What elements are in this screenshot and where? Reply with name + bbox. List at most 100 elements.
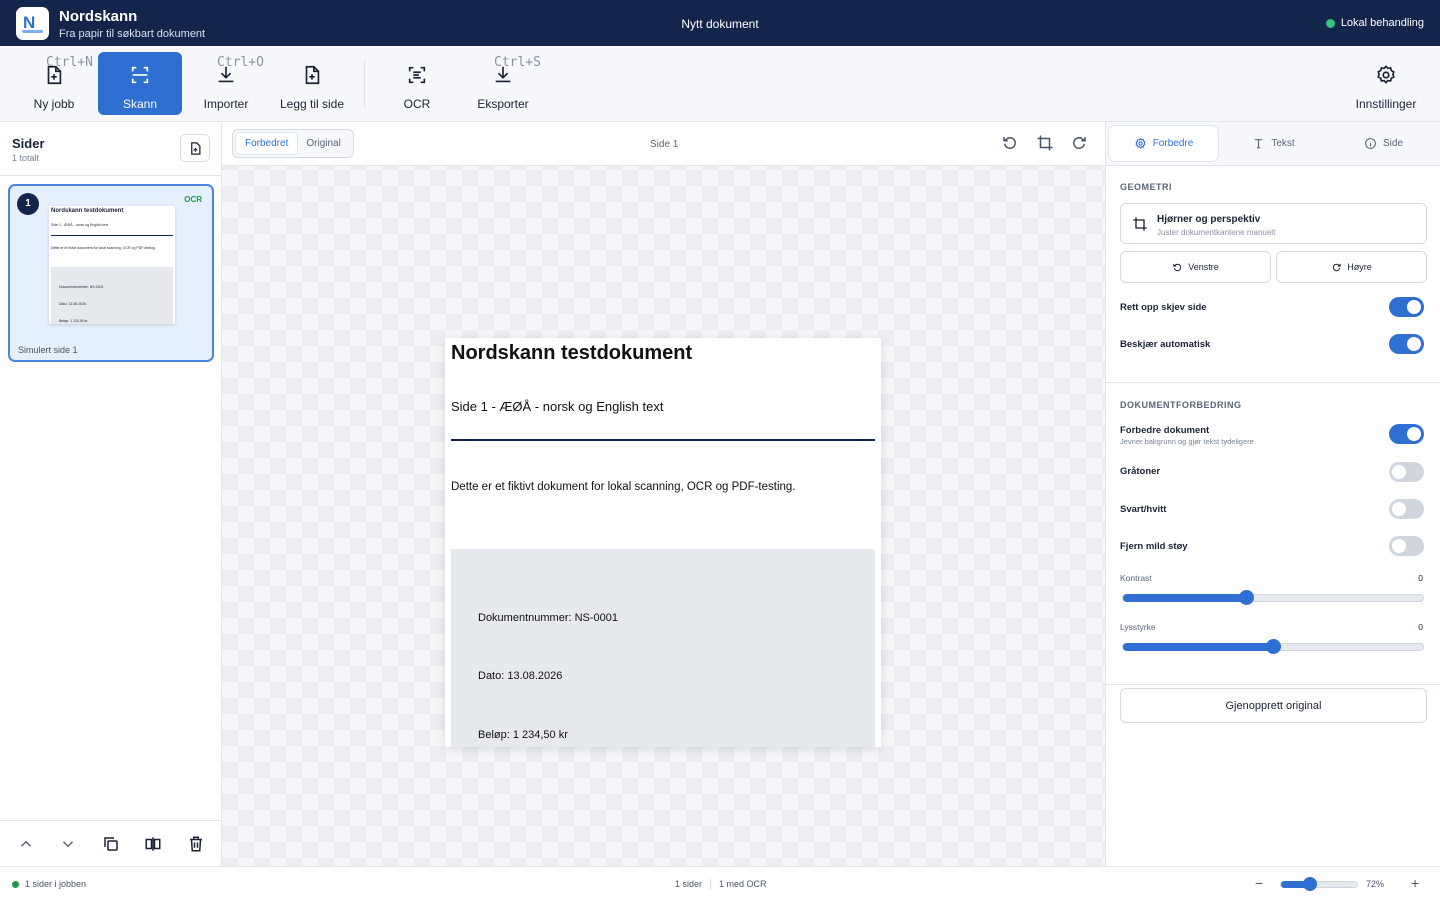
page-canvas[interactable]: Forbedret Original Side 1 Nordskann test… (222, 122, 1105, 866)
view-original-button[interactable]: Original (297, 133, 349, 154)
brightness-slider[interactable] (1122, 639, 1424, 654)
contrast-value: 0 (1418, 573, 1423, 583)
adjustments-panel: Forbedre Tekst Side GEOMETRI Hjørner og … (1105, 122, 1440, 866)
zoom-slider[interactable] (1280, 877, 1358, 891)
add-page-button[interactable]: Legg til side (270, 52, 354, 115)
local-processing-status: Lokal behandling (1325, 17, 1424, 29)
contrast-slider[interactable] (1122, 590, 1424, 605)
rotate-right-icon[interactable] (1070, 134, 1088, 152)
title-bar: N Nordskann Fra papir til søkbart dokume… (0, 0, 1440, 46)
geometry-section-title: GEOMETRI (1120, 182, 1173, 192)
restore-original-button[interactable]: Gjenopprett original (1120, 688, 1427, 723)
sidebar-actions (0, 820, 221, 866)
tab-text[interactable]: Tekst (1219, 126, 1328, 161)
document-heading: Nordskann testdokument (451, 342, 693, 364)
zoom-out-icon[interactable]: − (1255, 875, 1263, 891)
status-bar: 1 sider i jobben 1 sider 1 med OCR − 72%… (0, 866, 1440, 900)
rotate-left-icon (1173, 263, 1182, 271)
ocr-badge: OCR (184, 195, 202, 204)
import-shortcut: Ctrl+O (217, 55, 264, 70)
ocr-total: 1 med OCR (719, 879, 767, 889)
zoom-slider-handle[interactable] (1302, 877, 1317, 891)
duplicate-icon[interactable] (102, 835, 120, 853)
tab-page[interactable]: Side (1329, 126, 1438, 161)
denoise-label: Fjern mild støy (1120, 541, 1188, 552)
page-thumbnail-card[interactable]: 1 OCR Nordskann testdokument Side 1 - ÆØ… (8, 184, 214, 362)
corners-subtitle: Juster dokumentkantene manuelt (1157, 228, 1276, 237)
crop-icon (1133, 217, 1147, 231)
enhance-section-title: DOKUMENTFORBEDRING (1120, 400, 1242, 410)
local-processing-label: Lokal behandling (1340, 17, 1424, 29)
thumbnail-body: Dette er et fiktivt dokument for lokal s… (51, 246, 156, 250)
page-stats: 1 sider 1 med OCR (675, 879, 767, 890)
ocr-button[interactable]: OCR (375, 52, 459, 115)
move-down-icon[interactable] (59, 835, 77, 853)
crop-icon[interactable] (1036, 134, 1054, 152)
tab-text-label: Tekst (1271, 138, 1295, 149)
thumbnail-fields-box: Dokumentnummer: NS-0001 Dato: 13.08.2026… (51, 267, 173, 324)
ocr-icon (408, 66, 426, 84)
document-field: Dato: 13.08.2026 (478, 670, 563, 682)
grayscale-toggle[interactable] (1389, 462, 1424, 482)
page-total: 1 sider (675, 879, 703, 889)
status-dot-icon (1325, 18, 1335, 28)
brightness-label: Lysstyrke (1120, 622, 1156, 632)
new-job-label: Ny jobb (33, 97, 75, 111)
panel-tabs: Forbedre Tekst Side (1106, 122, 1440, 166)
add-page-sidebar-button[interactable] (180, 134, 210, 162)
black-white-label: Svart/hvitt (1120, 504, 1167, 515)
view-enhanced-button[interactable]: Forbedret (236, 133, 298, 154)
tab-enhance-label: Forbedre (1152, 138, 1194, 149)
contrast-slider-fill (1123, 594, 1246, 602)
pages-sidebar: Sider 1 totalt 1 OCR Nordskann testdokum… (0, 122, 222, 866)
toolbar: Ny jobb Ctrl+N Skann Importer Ctrl+O Leg… (0, 46, 1440, 122)
add-page-icon (191, 142, 201, 155)
scan-button[interactable]: Skann (98, 52, 182, 115)
black-white-toggle[interactable] (1389, 499, 1424, 519)
enhance-document-toggle[interactable] (1389, 424, 1424, 444)
thumbnail-field: Dokumentnummer: NS-0001 (59, 285, 104, 289)
page-card-label: Simulert side 1 (18, 345, 78, 355)
corners-perspective-button[interactable]: Hjørner og perspektiv Juster dokumentkan… (1120, 203, 1427, 244)
page-count: 1 totalt (12, 153, 40, 163)
tab-enhance[interactable]: Forbedre (1109, 126, 1218, 161)
new-job-shortcut: Ctrl+N (46, 55, 93, 70)
brightness-slider-handle[interactable] (1266, 639, 1281, 654)
document-title: Nytt dokument (681, 17, 759, 31)
zoom-level: 72% (1366, 879, 1385, 889)
move-up-icon[interactable] (17, 835, 35, 853)
export-shortcut: Ctrl+S (494, 55, 541, 70)
document-field: Beløp: 1 234,50 kr (478, 729, 568, 741)
settings-button[interactable]: Innstillinger (1344, 52, 1428, 115)
scan-icon (131, 66, 149, 84)
deskew-toggle[interactable] (1389, 297, 1424, 317)
gear-icon (1377, 65, 1395, 84)
panel-divider (1106, 382, 1440, 383)
split-icon[interactable] (144, 835, 162, 853)
rotate-left-button[interactable]: Venstre (1120, 251, 1271, 283)
page-number-badge: 1 (17, 193, 39, 215)
tab-page-label: Side (1382, 138, 1403, 149)
thumbnail-rule (51, 235, 173, 236)
brightness-slider-fill (1123, 643, 1273, 651)
thumbnail-field: Dato: 13.08.2026 (59, 302, 86, 306)
corners-title: Hjørner og perspektiv (1157, 214, 1261, 225)
contrast-slider-handle[interactable] (1239, 590, 1254, 605)
job-status-dot-icon (12, 880, 19, 888)
sidebar-title: Sider (12, 136, 45, 151)
contrast-label: Kontrast (1120, 573, 1152, 583)
trash-icon[interactable] (187, 835, 205, 853)
job-status: 1 sider i jobben (12, 879, 86, 889)
rotate-right-button[interactable]: Høyre (1276, 251, 1427, 283)
document-fields-box: Dokumentnummer: NS-0001 Dato: 13.08.2026… (451, 549, 875, 747)
denoise-toggle[interactable] (1389, 536, 1424, 556)
thumbnail-field: Beløp: 1 234,50 kr (59, 319, 88, 323)
add-page-label: Legg til side (279, 97, 345, 111)
import-label: Importer (203, 97, 249, 111)
enhance-settings-icon (1135, 137, 1146, 149)
rotate-left-icon[interactable] (1001, 134, 1019, 152)
autocrop-toggle[interactable] (1389, 334, 1424, 354)
zoom-in-icon[interactable]: + (1411, 875, 1419, 891)
canvas-header: Forbedret Original Side 1 (222, 122, 1105, 166)
scan-label: Skann (122, 97, 158, 111)
